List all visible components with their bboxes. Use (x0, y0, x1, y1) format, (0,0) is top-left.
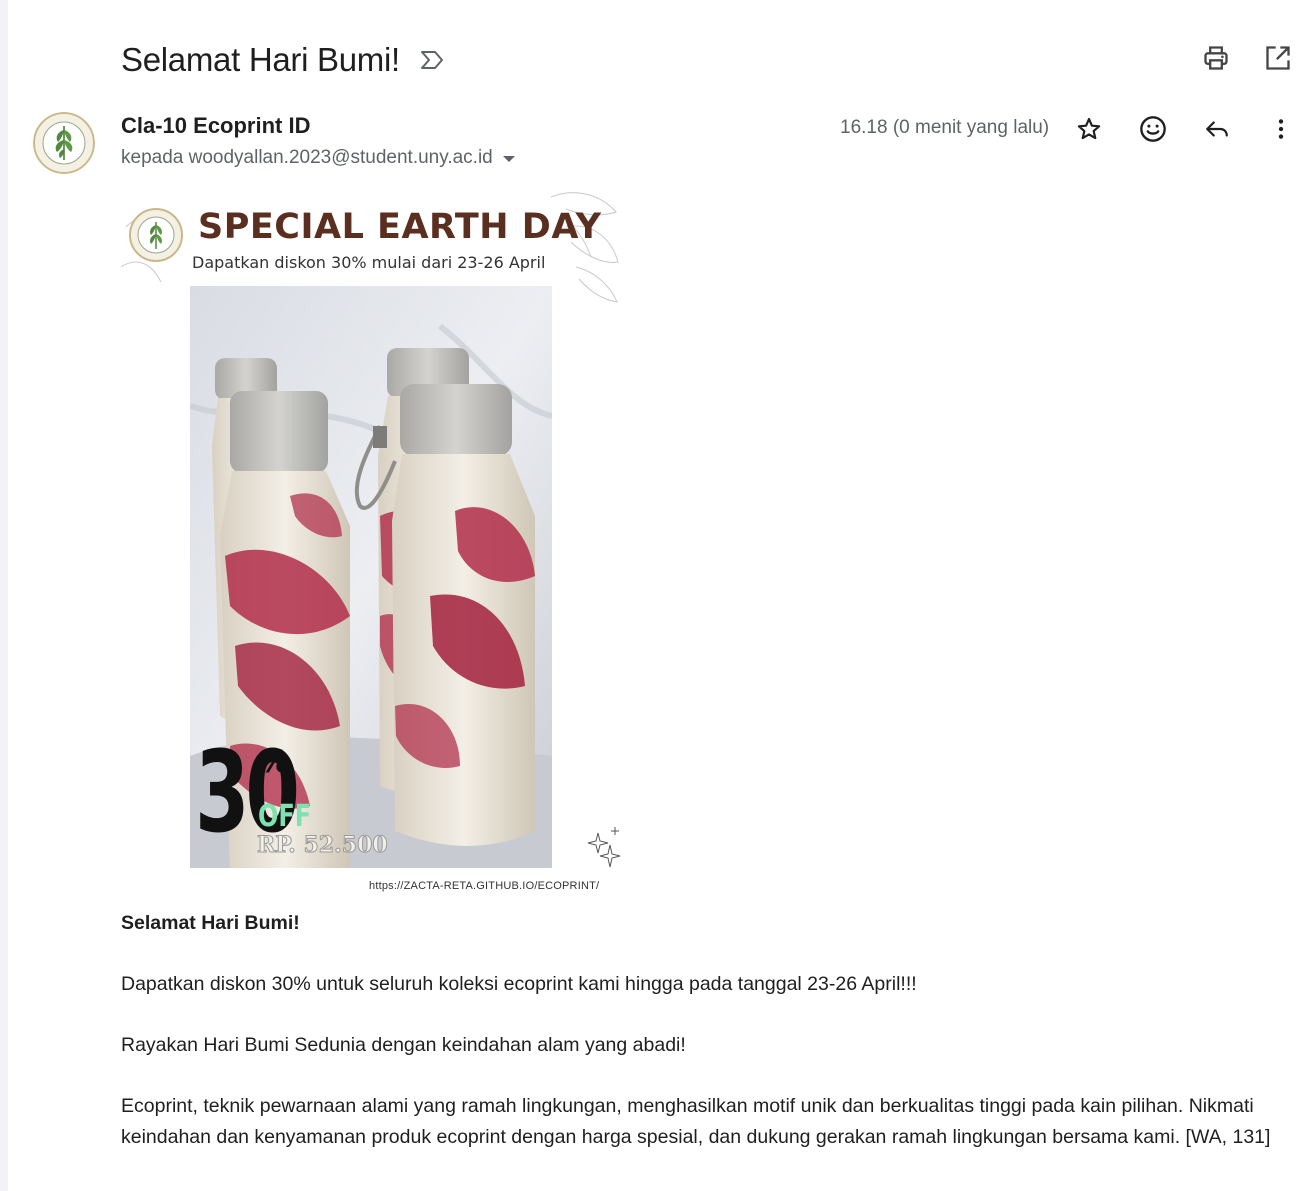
banner-title: SPECIAL EARTH DAY (198, 207, 602, 247)
top-actions (1200, 40, 1294, 76)
promo-banner-image[interactable]: SPECIAL EARTH DAY Dapatkan diskon 30% mu… (121, 187, 621, 897)
reply-icon[interactable] (1200, 112, 1234, 146)
emoji-reaction-icon[interactable] (1136, 112, 1170, 146)
email-subject: Selamat Hari Bumi! (121, 41, 400, 78)
star-icon[interactable] (1072, 112, 1106, 146)
subject-row: Selamat Hari Bumi! (121, 38, 446, 82)
banner-header: SPECIAL EARTH DAY Dapatkan diskon 30% mu… (121, 187, 621, 303)
body-paragraph-1: Dapatkan diskon 30% untuk seluruh koleks… (121, 973, 917, 995)
message-time: 16.18 (0 menit yang lalu) (840, 117, 1050, 138)
sparkle-icon (587, 827, 621, 868)
body-heading: Selamat Hari Bumi! (121, 912, 300, 934)
discount-percent: % (259, 745, 290, 780)
print-icon[interactable] (1200, 40, 1232, 76)
banner-subtitle: Dapatkan diskon 30% mulai dari 23-26 Apr… (192, 253, 546, 272)
banner-url: https://ZACTA-RETA.GITHUB.IO/ECOPRINT/ (369, 880, 600, 892)
sender-name[interactable]: Cla-10 Ecoprint ID (121, 113, 310, 139)
discount-off: OFF (258, 799, 312, 834)
open-in-new-window-icon[interactable] (1262, 40, 1294, 76)
chevron-down-icon[interactable] (502, 156, 515, 162)
more-vert-icon[interactable] (1264, 112, 1298, 146)
body-paragraph-3: Ecoprint, teknik pewarnaan alami yang ra… (121, 1095, 1271, 1148)
message-actions (1072, 112, 1298, 146)
importance-marker-icon[interactable] (418, 49, 446, 71)
sender-avatar[interactable] (33, 112, 95, 174)
left-panel-edge (0, 0, 8, 1191)
recipient-label: kepada woodyallan.2023@student.uny.ac.id (121, 147, 493, 168)
email-body: Selamat Hari Bumi! Dapatkan diskon 30% u… (121, 908, 1271, 1183)
discount-price: RP. 52.500 (257, 832, 389, 859)
body-paragraph-2: Rayakan Hari Bumi Sedunia dengan keindah… (121, 1034, 686, 1056)
recipient-details[interactable]: kepada woodyallan.2023@student.uny.ac.id (121, 147, 515, 169)
